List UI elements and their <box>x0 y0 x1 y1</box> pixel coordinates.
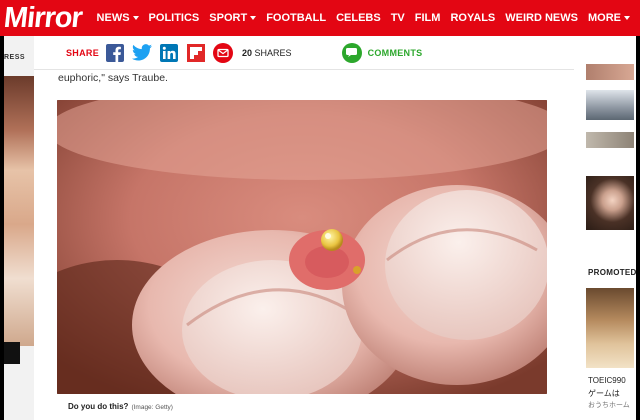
chevron-down-icon <box>250 16 257 20</box>
comment-bubble-icon <box>341 42 362 63</box>
advert-label: RESS <box>4 54 26 61</box>
promoted-thumbnail[interactable] <box>586 288 634 368</box>
sidebar-thumbnail[interactable] <box>586 176 634 230</box>
sidebar-thumbnail[interactable] <box>586 90 634 120</box>
share-label: SHARE <box>66 47 100 58</box>
nav-item-sport[interactable]: SPORT <box>209 12 257 24</box>
promoted-headline[interactable]: TOEIC990 <box>588 376 626 385</box>
sidebar-thumbnail[interactable] <box>586 132 634 148</box>
share-bar: SHARE 20 SHARES COMMENTS <box>34 36 574 70</box>
twitter-icon[interactable] <box>132 43 153 63</box>
facebook-icon[interactable] <box>105 43 125 63</box>
nav-item-politics[interactable]: POLITICS <box>149 12 200 24</box>
advert-button[interactable] <box>4 342 20 364</box>
nav-item-tv[interactable]: TV <box>391 12 405 24</box>
top-nav-bar: Mirror NEWS POLITICS SPORT FOOTBALL CELE… <box>0 0 640 36</box>
mail-icon[interactable] <box>213 42 234 63</box>
left-advert[interactable]: RESS <box>4 36 34 420</box>
chevron-down-icon <box>624 16 630 20</box>
linkedin-icon[interactable] <box>159 43 179 63</box>
article-paragraph: euphoric," says Traube. <box>58 72 168 84</box>
article-photo <box>57 100 547 394</box>
promoted-label: PROMOTED <box>588 268 636 277</box>
sidebar-thumbnail[interactable] <box>586 64 634 80</box>
nav-item-news[interactable]: NEWS <box>97 12 139 24</box>
share-count: 20 SHARES <box>242 47 292 58</box>
article-image[interactable] <box>57 100 547 394</box>
nav-item-more[interactable]: MORE <box>588 12 630 24</box>
nav-item-film[interactable]: FILM <box>415 12 441 24</box>
advert-image[interactable] <box>4 76 34 346</box>
chevron-down-icon <box>132 16 139 20</box>
comments-button[interactable]: COMMENTS <box>341 42 423 63</box>
image-credit: (Image: Getty) <box>131 404 173 411</box>
main-nav: NEWS POLITICS SPORT FOOTBALL CELEBS TV F… <box>89 0 640 36</box>
image-caption: Do you do this? (Image: Getty) <box>68 402 173 411</box>
right-sidebar: PROMOTED TOEIC990 ゲームは おうちホーム <box>586 36 636 420</box>
nav-item-royals[interactable]: ROYALS <box>450 12 495 24</box>
promoted-source[interactable]: おうちホーム <box>588 400 630 410</box>
page-content: RESS SHARE 20 SHARES COMMENTS euphoric,"… <box>4 36 636 420</box>
mirror-logo[interactable]: Mirror <box>0 0 90 36</box>
promoted-headline[interactable]: ゲームは <box>588 388 620 399</box>
nav-item-weird-news[interactable]: WEIRD NEWS <box>505 12 578 24</box>
nav-item-football[interactable]: FOOTBALL <box>266 12 326 24</box>
nav-item-celebs[interactable]: CELEBS <box>336 12 381 24</box>
flipboard-icon[interactable] <box>186 43 206 63</box>
